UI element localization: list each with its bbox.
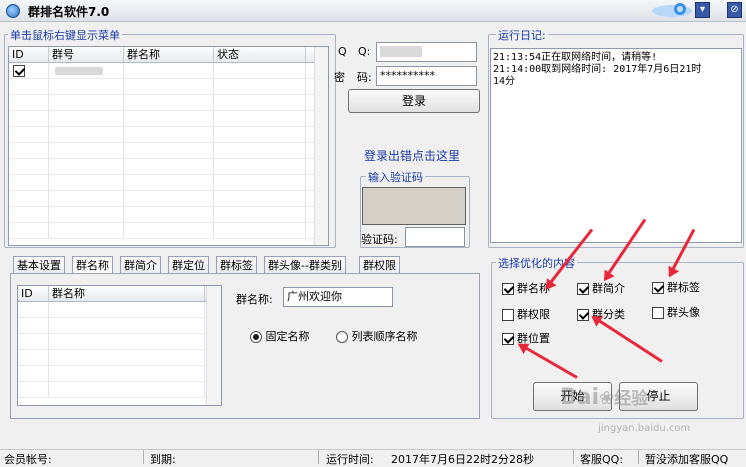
log-line: 21:13:54正在取网络时间，请稍等! [493, 52, 658, 63]
group-list-panel-title: 单击鼠标右键显示菜单 [8, 27, 122, 43]
redacted-group-number [55, 67, 103, 75]
option-group-intro[interactable]: 群简介 [577, 280, 625, 296]
close-icon: ⊘ [730, 4, 739, 15]
captcha-label: 验证码: [361, 233, 398, 246]
log-line: 14分 [493, 76, 516, 87]
column-status[interactable]: 状态 [214, 47, 306, 62]
tab-group-location[interactable]: 群定位 [168, 256, 209, 274]
table-row[interactable] [9, 79, 328, 95]
option-group-tags-label: 群标签 [667, 281, 700, 294]
radio-button[interactable] [336, 331, 348, 343]
login-button[interactable]: 登录 [348, 89, 480, 113]
chevron-down-icon: ▾ [699, 4, 706, 15]
login-error-link[interactable]: 登录出错点击这里 [364, 147, 460, 164]
option-checkbox[interactable] [652, 282, 664, 294]
captcha-input[interactable] [405, 227, 465, 247]
tab-group-avatar-category[interactable]: 群头像--群类别 [264, 256, 346, 274]
option-group-permission[interactable]: 群权限 [502, 306, 550, 322]
status-separator [318, 450, 319, 464]
table-row[interactable] [18, 366, 221, 382]
column-id[interactable]: ID [9, 47, 49, 62]
radio-list-order-name[interactable]: 列表顺序名称 [336, 328, 418, 344]
table-row[interactable] [9, 191, 328, 207]
radio-fixed-name-label: 固定名称 [265, 330, 310, 343]
name-list-view[interactable]: ID 群名称 [17, 285, 222, 406]
option-checkbox[interactable] [502, 333, 514, 345]
column-group-number[interactable]: 群号 [49, 47, 124, 62]
column-group-name[interactable]: 群名称 [124, 47, 214, 62]
option-checkbox[interactable] [502, 283, 514, 295]
radio-fixed-name[interactable]: 固定名称 [250, 328, 310, 344]
table-row[interactable] [9, 159, 328, 175]
status-separator [143, 450, 144, 464]
column-id[interactable]: ID [18, 286, 49, 301]
option-checkbox[interactable] [577, 283, 589, 295]
row-checkbox[interactable] [13, 65, 25, 77]
table-row[interactable] [9, 111, 328, 127]
watermark-brand: Bai❀经验 [560, 384, 648, 410]
tab-group-tags[interactable]: 群标签 [216, 256, 257, 274]
tab-group-permission[interactable]: 群权限 [359, 256, 400, 274]
option-checkbox[interactable] [502, 309, 514, 321]
group-name-label: 群名称: [236, 293, 273, 306]
password-label: 码: [357, 71, 372, 84]
watermark-brand-suffix: 经验 [614, 389, 649, 409]
table-row[interactable] [9, 223, 328, 239]
paw-icon: ❀ [599, 388, 615, 409]
table-row[interactable] [18, 302, 221, 318]
watermark-url: jingyan.baidu.com [598, 423, 691, 434]
option-group-avatar-label: 群头像 [667, 306, 700, 319]
group-list-scrollbar[interactable] [314, 47, 328, 245]
table-row[interactable] [18, 318, 221, 334]
tab-group-intro[interactable]: 群简介 [120, 256, 161, 274]
status-separator [638, 450, 639, 464]
table-row[interactable] [9, 207, 328, 223]
radio-list-order-label: 列表顺序名称 [351, 330, 418, 343]
window-title: 群排名软件7.0 [28, 5, 110, 19]
skin-decoration-icon [652, 3, 692, 17]
option-checkbox[interactable] [577, 309, 589, 321]
table-row[interactable] [9, 143, 328, 159]
qq-label-prefix: Q [338, 45, 347, 58]
radio-button[interactable] [250, 331, 262, 343]
table-row[interactable] [9, 175, 328, 191]
captcha-group-title: 输入验证码 [366, 169, 425, 185]
password-input[interactable]: ********** [376, 66, 477, 86]
option-group-tags[interactable]: 群标签 [652, 279, 700, 295]
option-checkbox[interactable] [652, 307, 664, 319]
qq-label: Q: [358, 45, 371, 58]
column-group-name[interactable]: 群名称 [49, 286, 205, 301]
captcha-image [362, 187, 466, 225]
table-row[interactable] [9, 63, 328, 79]
status-separator [573, 450, 574, 464]
name-list-header: ID 群名称 [18, 286, 221, 302]
table-row[interactable] [9, 127, 328, 143]
password-label-prefix: 密 [334, 71, 345, 84]
log-line: 21:14:00取到网络时间: 2017年7月6日21时 [493, 64, 702, 75]
log-textarea[interactable]: 21:13:54正在取网络时间，请稍等! 21:14:00取到网络时间: 201… [490, 48, 742, 243]
window-menu-button[interactable]: ▾ [695, 2, 710, 18]
watermark-brand-text: Bai [560, 385, 600, 410]
table-row[interactable] [9, 95, 328, 111]
option-group-avatar[interactable]: 群头像 [652, 304, 700, 320]
group-name-input[interactable]: 广州欢迎你 [283, 287, 393, 307]
title-bar [0, 0, 746, 22]
option-group-permission-label: 群权限 [517, 308, 550, 321]
window-close-button[interactable]: ⊘ [727, 2, 742, 18]
tab-basic-settings[interactable]: 基本设置 [13, 256, 65, 274]
table-row[interactable] [18, 382, 221, 398]
app-icon [6, 4, 20, 18]
table-row[interactable] [18, 334, 221, 350]
redacted-qq-number [380, 46, 422, 57]
group-list-header: ID 群号 群名称 状态 [9, 47, 328, 63]
log-panel-title: 运行日记: [496, 27, 548, 43]
table-row[interactable] [18, 350, 221, 366]
group-list-view[interactable]: ID 群号 群名称 状态 [8, 46, 329, 246]
name-list-scrollbar[interactable] [206, 286, 221, 405]
